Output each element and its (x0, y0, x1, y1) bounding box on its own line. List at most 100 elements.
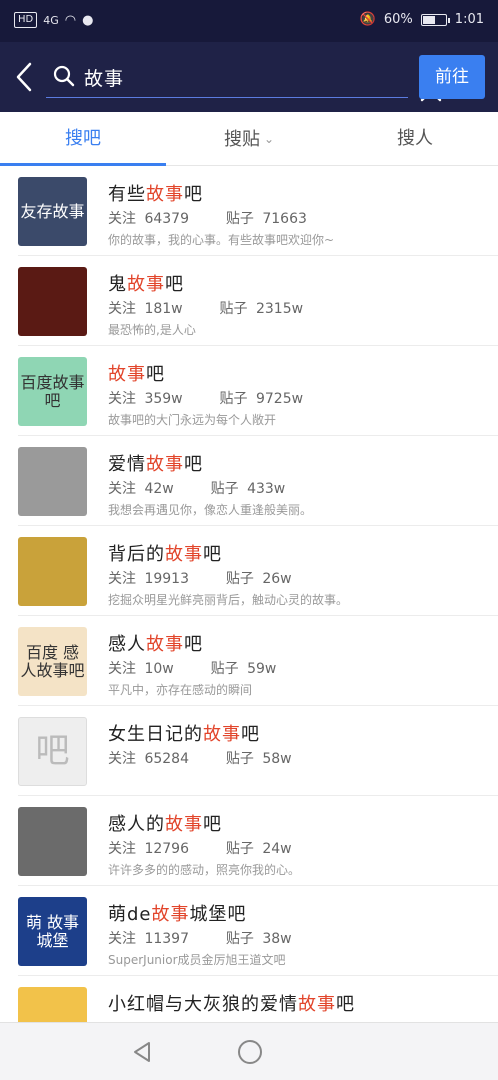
battery-percent: 60% (383, 12, 413, 27)
wifi-icon: ◠ (64, 12, 77, 28)
follow-label: 关注 (108, 661, 136, 677)
follow-label: 关注 (108, 571, 136, 587)
follow-label: 关注 (108, 931, 136, 947)
follow-label: 关注 (108, 751, 136, 767)
bar-name-highlight: 故事 (146, 184, 184, 205)
list-item[interactable]: 友存故事 有些故事吧 关注 64379 贴子 71663 你的故事，我的心事。有… (18, 166, 498, 256)
list-item[interactable]: 百度故事吧 故事吧 关注 359w 贴子 9725w 故事吧的大门永远为每个人敞… (18, 346, 498, 436)
bar-description: 挖掘众明星光鲜亮丽背后，触动心灵的故事。 (108, 593, 349, 607)
hd-badge: HD (14, 12, 38, 28)
bar-name: 故事吧 (108, 360, 165, 386)
bar-avatar: 百度故事吧 (18, 357, 87, 426)
search-tabs: 搜吧 搜贴 ⌄ 搜人 (0, 112, 498, 166)
bar-name: 爱情故事吧 (108, 450, 203, 476)
nav-back-icon[interactable] (130, 1040, 154, 1064)
posts-count: 433w (247, 481, 286, 497)
list-item[interactable]: 萌 故事城堡 萌de故事城堡吧 关注 11397 贴子 38w SuperJun… (18, 886, 498, 976)
back-button[interactable] (10, 58, 40, 96)
bar-stats: 关注 359w 贴子 9725w (108, 388, 307, 408)
follow-count: 359w (144, 391, 183, 407)
follow-count: 12796 (144, 841, 189, 857)
follow-count: 19913 (144, 571, 189, 587)
posts-label: 贴子 (219, 391, 248, 407)
bar-description: 故事吧的大门永远为每个人敞开 (108, 413, 277, 427)
tab-search-people[interactable]: 搜人 (332, 112, 498, 166)
posts-label: 贴子 (225, 931, 254, 947)
posts-count: 58w (262, 751, 292, 767)
bar-name-prefix: 爱情 (108, 454, 146, 475)
list-item[interactable]: 爱情故事吧 关注 42w 贴子 433w 我想会再遇见你，像恋人重逢般美丽。 (18, 436, 498, 526)
bar-name: 感人故事吧 (108, 630, 203, 656)
posts-count: 71663 (262, 211, 307, 227)
list-item[interactable]: 背后的故事吧 关注 19913 贴子 26w 挖掘众明星光鲜亮丽背后，触动心灵的… (18, 526, 498, 616)
tab-search-posts[interactable]: 搜贴 ⌄ (166, 112, 332, 166)
bar-stats: 关注 42w 贴子 433w (108, 478, 289, 498)
list-item[interactable]: 百度 感人故事吧 感人故事吧 关注 10w 贴子 59w 平凡中，亦存在感动的瞬… (18, 616, 498, 706)
bar-name-prefix: 有些 (108, 184, 146, 205)
search-icon (53, 65, 75, 87)
follow-count: 64379 (144, 211, 189, 227)
bar-name: 感人的故事吧 (108, 810, 222, 836)
bar-name-suffix: 吧 (165, 274, 184, 295)
bar-name-prefix: 背后的 (108, 544, 165, 565)
posts-count: 2315w (255, 301, 304, 317)
follow-count: 181w (144, 301, 183, 317)
bar-name: 萌de故事城堡吧 (108, 900, 247, 926)
bar-name-highlight: 故事 (203, 724, 241, 745)
follow-label: 关注 (108, 301, 136, 317)
go-button[interactable]: 前往 (419, 55, 485, 99)
bar-name-suffix: 吧 (203, 544, 222, 565)
bar-avatar-text: 萌 故事城堡 (25, 912, 80, 950)
posts-count: 9725w (255, 391, 304, 407)
tab-label: 搜人 (397, 128, 433, 149)
bar-name-highlight: 故事 (146, 454, 184, 475)
system-nav-bar (0, 1022, 498, 1080)
posts-label: 贴子 (225, 841, 254, 857)
bar-name-prefix: 感人的 (108, 814, 165, 835)
bar-name-highlight: 故事 (298, 994, 336, 1015)
bar-avatar (18, 807, 87, 876)
posts-count: 24w (262, 841, 292, 857)
bar-name-highlight: 故事 (146, 634, 184, 655)
bar-name-highlight: 故事 (108, 364, 146, 385)
list-item[interactable]: 鬼故事吧 关注 181w 贴子 2315w 最恐怖的,是人心 (18, 256, 498, 346)
bar-avatar: 萌 故事城堡 (18, 897, 87, 966)
bar-description: SuperJunior成员金厉旭王道文吧 (108, 953, 286, 967)
posts-label: 贴子 (219, 301, 248, 317)
bar-name: 背后的故事吧 (108, 540, 222, 566)
posts-label: 贴子 (225, 571, 254, 587)
search-input[interactable]: 故事 (46, 56, 442, 102)
bar-name: 小红帽与大灰狼的爱情故事吧 (108, 990, 355, 1016)
bar-stats: 关注 11397 贴子 38w (108, 928, 296, 948)
bar-name-suffix: 吧 (203, 814, 222, 835)
bar-name-highlight: 故事 (165, 814, 203, 835)
battery-icon (420, 13, 450, 26)
bar-name-prefix: 鬼 (108, 274, 127, 295)
bar-name-highlight: 故事 (151, 904, 190, 925)
posts-count: 26w (262, 571, 292, 587)
bar-avatar (18, 267, 87, 336)
list-item[interactable]: 感人的故事吧 关注 12796 贴子 24w 许许多多的的感动，照亮你我的心。 (18, 796, 498, 886)
clock: 1:01 (454, 12, 484, 27)
follow-count: 11397 (144, 931, 189, 947)
list-item[interactable]: 吧 女生日记的故事吧 关注 65284 贴子 58w (18, 706, 498, 796)
nav-home-icon[interactable] (238, 1040, 262, 1064)
follow-count: 42w (144, 481, 174, 497)
bar-name: 有些故事吧 (108, 180, 203, 206)
posts-label: 贴子 (210, 481, 239, 497)
bar-avatar-text: 友存故事 (20, 201, 85, 221)
bar-description: 最恐怖的,是人心 (108, 323, 196, 337)
follow-label: 关注 (108, 211, 136, 227)
bar-stats: 关注 12796 贴子 24w (108, 838, 296, 858)
signal-icon: 4G (43, 13, 59, 27)
bar-avatar: 百度 感人故事吧 (18, 627, 87, 696)
bar-stats: 关注 19913 贴子 26w (108, 568, 296, 588)
mute-icon: 🔕 (359, 12, 376, 27)
bar-avatar: 吧 (18, 717, 87, 786)
bar-name-suffix: 吧 (241, 724, 260, 745)
posts-label: 贴子 (225, 211, 254, 227)
bar-name-suffix: 吧 (336, 994, 355, 1015)
bar-stats: 关注 10w 贴子 59w (108, 658, 280, 678)
tab-search-bars[interactable]: 搜吧 (0, 112, 166, 166)
posts-label: 贴子 (210, 661, 239, 677)
